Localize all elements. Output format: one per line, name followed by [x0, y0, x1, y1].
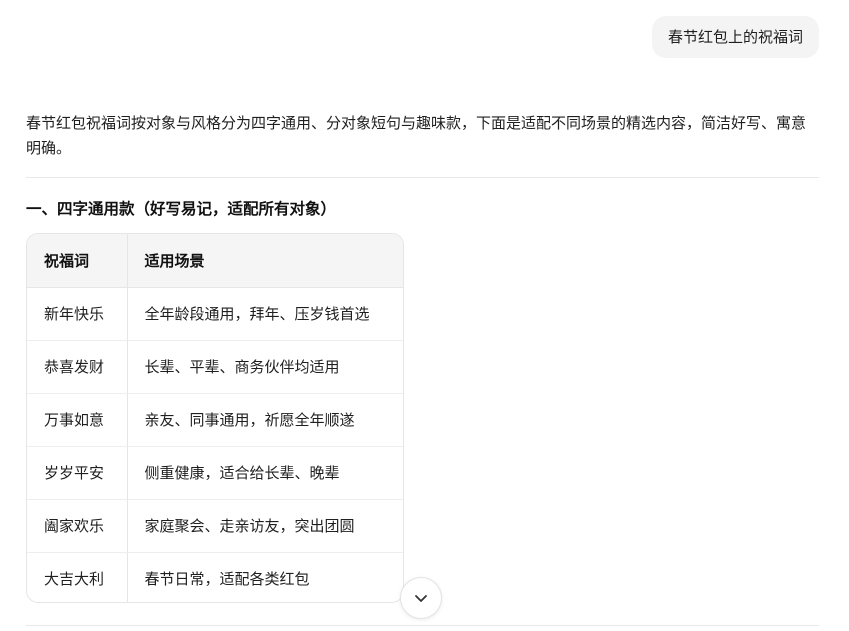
table-row: 恭喜发财 长辈、平辈、商务伙伴均适用: [27, 340, 403, 394]
user-message-bubble: 春节红包上的祝福词: [651, 16, 819, 58]
table-row: 万事如意 亲友、同事通用，祈愿全年顺遂: [27, 393, 403, 447]
table-cell-scenario: 侧重健康，适合给长辈、晚辈: [126, 446, 403, 500]
table-row: 大吉大利 春节日常，适配各类红包: [27, 552, 403, 602]
chevron-down-icon: [413, 590, 429, 606]
table-cell-blessing: 新年快乐: [27, 287, 127, 341]
table-row: 阖家欢乐 家庭聚会、走亲访友，突出团圆: [27, 499, 403, 553]
divider: [26, 177, 819, 178]
table-cell-blessing: 阖家欢乐: [27, 499, 127, 553]
section-heading: 一、四字通用款（好写易记，适配所有对象）: [26, 200, 337, 218]
table-header-row: 祝福词 适用场景: [27, 234, 403, 288]
blessing-table: 祝福词 适用场景 新年快乐 全年龄段通用，拜年、压岁钱首选 恭喜发财 长辈、平辈…: [26, 233, 404, 603]
table-cell-scenario: 家庭聚会、走亲访友，突出团圆: [126, 499, 403, 553]
table-cell-blessing: 万事如意: [27, 393, 127, 447]
table-cell-scenario: 亲友、同事通用，祈愿全年顺遂: [126, 393, 403, 447]
table-cell-scenario: 全年龄段通用，拜年、压岁钱首选: [126, 287, 403, 341]
response-intro: 春节红包祝福词按对象与风格分为四字通用、分对象短句与趣味款，下面是适配不同场景的…: [26, 114, 807, 157]
table-cell-scenario: 春节日常，适配各类红包: [126, 552, 403, 602]
table-header-cell: 适用场景: [126, 234, 403, 288]
table-cell-scenario: 长辈、平辈、商务伙伴均适用: [126, 340, 403, 394]
table-header-cell: 祝福词: [27, 234, 127, 288]
table-cell-blessing: 大吉大利: [44, 570, 105, 589]
table-row: 新年快乐 全年龄段通用，拜年、压岁钱首选: [27, 287, 403, 341]
table-row: 岁岁平安 侧重健康，适合给长辈、晚辈: [27, 446, 403, 500]
divider: [26, 625, 819, 626]
chat-page: 春节红包上的祝福词 春节红包祝福词按对象与风格分为四字通用、分对象短句与趣味款，…: [0, 0, 849, 631]
table-cell-blessing: 岁岁平安: [27, 446, 127, 500]
table-cell-blessing: 恭喜发财: [27, 340, 127, 394]
scroll-to-bottom-button[interactable]: [400, 577, 442, 619]
